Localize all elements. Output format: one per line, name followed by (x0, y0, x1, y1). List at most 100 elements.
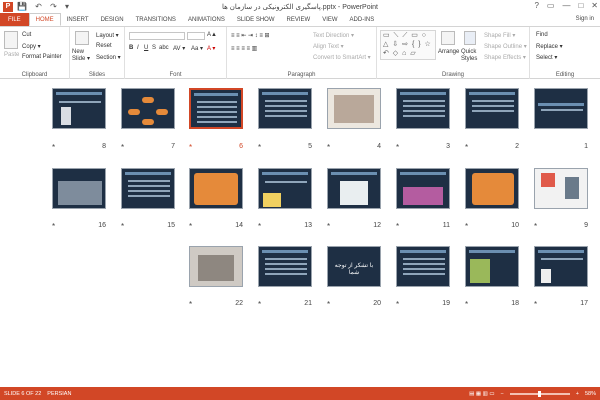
transition-icon: * (327, 222, 331, 231)
zoom-thumb[interactable] (537, 390, 541, 397)
slide-thumbnail[interactable] (258, 88, 312, 129)
slide-thumbnail[interactable] (189, 246, 243, 287)
slide-number: 1 (584, 143, 588, 150)
clipboard-icon (4, 31, 18, 49)
arrange-button[interactable]: Arrange (438, 49, 459, 55)
shape-effects-button[interactable]: Shape Effects ▾ (484, 54, 526, 61)
find-button[interactable]: Find (536, 32, 548, 38)
select-button[interactable]: Select ▾ (536, 54, 557, 61)
zoom-level[interactable]: 58% (585, 391, 596, 397)
tab-home[interactable]: HOME (28, 13, 61, 26)
section-button[interactable]: Section ▾ (96, 54, 121, 61)
tab-view[interactable]: VIEW (316, 13, 343, 26)
sign-in-link[interactable]: Sign in (576, 16, 594, 22)
font-size-box[interactable] (187, 32, 205, 40)
transition-icon: * (327, 300, 331, 309)
align-text-button[interactable]: Align Text ▾ (313, 43, 344, 50)
bullets-row[interactable]: ≡ ≡ ⇤ ⇥ ↕ ≡ ⊞ (231, 32, 270, 39)
slides-label: Slides (88, 72, 106, 78)
change-case-button[interactable]: Aa ▾ (191, 45, 203, 52)
char-spacing-button[interactable]: AV ▾ (173, 45, 185, 52)
tab-insert[interactable]: INSERT (61, 13, 95, 26)
shape-outline-button[interactable]: Shape Outline ▾ (484, 43, 527, 50)
slide-thumbnail[interactable] (534, 246, 588, 287)
slide-thumbnail[interactable] (52, 88, 106, 129)
tab-add-ins[interactable]: ADD-INS (344, 13, 381, 26)
font-name-box[interactable] (129, 32, 185, 40)
italic-button[interactable]: I (137, 45, 139, 51)
slide-thumbnail[interactable] (258, 246, 312, 287)
cut-button[interactable]: Cut (22, 32, 31, 38)
copy-button[interactable]: Copy ▾ (22, 43, 41, 50)
slide-count-status: SLIDE 6 OF 22 (4, 390, 42, 397)
slide-thumbnail[interactable] (465, 168, 519, 209)
slide-thumbnail[interactable] (189, 168, 243, 209)
reset-button[interactable]: Reset (96, 43, 112, 49)
align-row[interactable]: ≡ ≡ ≡ ≡ ▥ (231, 45, 257, 52)
slide-thumbnail[interactable] (52, 168, 106, 209)
tab-design[interactable]: DESIGN (95, 13, 130, 26)
underline-button[interactable]: U (144, 45, 148, 51)
font-color-button[interactable]: A ▾ (207, 45, 215, 52)
new-slide-button[interactable]: New Slide ▾ (72, 49, 92, 63)
text-direction-button[interactable]: Text Direction ▾ (313, 32, 354, 39)
slide-number: 10 (511, 222, 519, 229)
transition-icon: * (52, 143, 56, 152)
transition-icon: * (534, 300, 538, 309)
quick-styles-button[interactable]: Quick Styles (461, 49, 481, 63)
slide-thumbnail[interactable] (465, 88, 519, 129)
tab-transitions[interactable]: TRANSITIONS (130, 13, 182, 26)
format-painter-button[interactable]: Format Painter (22, 54, 62, 60)
editing-group: Find Replace ▾ Select ▾ Editing (530, 27, 600, 79)
shape-fill-button[interactable]: Shape Fill ▾ (484, 32, 515, 39)
zoom-slider[interactable] (509, 390, 570, 397)
tab-file[interactable]: FILE (0, 13, 29, 26)
tab-review[interactable]: REVIEW (281, 13, 317, 26)
replace-button[interactable]: Replace ▾ (536, 43, 563, 50)
slide-number: 2 (515, 143, 519, 150)
convert-smartart-button[interactable]: Convert to SmartArt ▾ (313, 54, 371, 61)
help-button[interactable]: ? (534, 1, 538, 10)
ribbon-tabs: FILE HOME INSERT DESIGN TRANSITIONS ANIM… (0, 13, 600, 26)
slide-thumbnail[interactable] (258, 168, 312, 209)
shadow-button[interactable]: abc (159, 45, 169, 51)
ribbon-display-button[interactable]: ▭ (547, 1, 555, 10)
slide-thumbnail[interactable] (121, 168, 175, 209)
tab-slide-show[interactable]: SLIDE SHOW (231, 13, 281, 26)
strikethrough-button[interactable]: S (152, 45, 156, 51)
slide-number: 3 (446, 143, 450, 150)
tab-animations[interactable]: ANIMATIONS (182, 13, 231, 26)
slide-thumbnail[interactable]: با تشکر از توجه شما (327, 246, 381, 287)
slide-thumbnail[interactable] (534, 168, 588, 209)
slide-thumbnail[interactable] (465, 246, 519, 287)
minimize-button[interactable]: — (562, 1, 570, 10)
slide-thumbnail[interactable] (396, 168, 450, 209)
slide-thumbnail[interactable] (327, 88, 381, 129)
slide-number: 19 (442, 300, 450, 307)
paragraph-group: ≡ ≡ ⇤ ⇥ ↕ ≡ ⊞ ≡ ≡ ≡ ≡ ▥ Text Direction ▾… (227, 27, 377, 79)
view-buttons[interactable]: ▤ ▦ ▥ ▭ (469, 391, 494, 397)
zoom-out-button[interactable]: − (501, 391, 504, 397)
paste-button[interactable]: Paste (4, 52, 19, 58)
layout-button[interactable]: Layout ▾ (96, 32, 119, 39)
close-button[interactable]: ✕ (591, 1, 598, 10)
slide-thumbnail[interactable] (534, 88, 588, 129)
window-title: پاسگیری الکترونیکی در سازمان ها.pptx - P… (221, 3, 379, 11)
slide-thumbnail[interactable] (327, 168, 381, 209)
slide-number: 5 (308, 143, 312, 150)
drawing-group: ▭ ⟍ ⟋ ▭ ○ △ ⇩ ⇨ { } ☆ ↶ ◇ ⌂ ▱ Arrange Qu… (377, 27, 530, 79)
transition-icon: * (396, 300, 400, 309)
transition-icon: * (534, 222, 538, 231)
grow-font-button[interactable]: A▲ (207, 32, 217, 38)
shapes-gallery[interactable]: ▭ ⟍ ⟋ ▭ ○ △ ⇩ ⇨ { } ☆ ↶ ◇ ⌂ ▱ (380, 30, 436, 60)
slide-thumbnail-selected[interactable] (189, 88, 243, 129)
transition-icon: * (258, 143, 262, 152)
zoom-in-button[interactable]: + (576, 391, 579, 397)
bold-button[interactable]: B (129, 45, 133, 51)
slide-sorter: * 8 * 7 * 6 * 5 * 4 * 3 * 2 1 * 16 * 15 … (0, 80, 600, 387)
slide-thumbnail[interactable] (121, 88, 175, 129)
language-status[interactable]: PERSIAN (47, 391, 71, 397)
slide-thumbnail[interactable] (396, 88, 450, 129)
maximize-button[interactable]: □ (578, 1, 583, 10)
slide-thumbnail[interactable] (396, 246, 450, 287)
